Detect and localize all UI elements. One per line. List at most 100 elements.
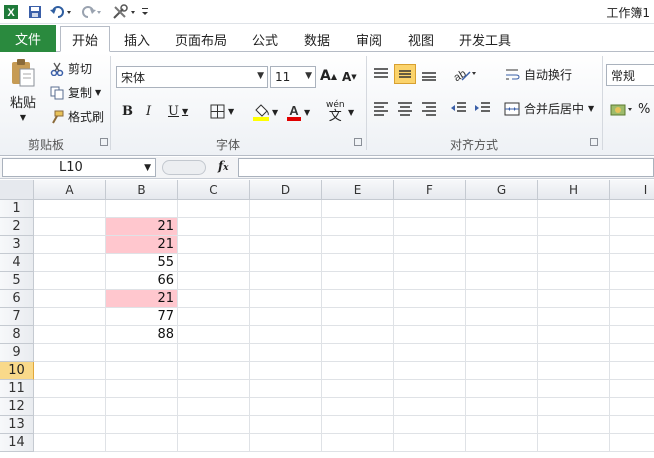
cell-c4[interactable] [178, 254, 250, 272]
cell-d1[interactable] [250, 200, 322, 218]
cell-b2[interactable]: 21 [106, 218, 178, 236]
paste-button[interactable]: 粘贴 ▼ [6, 58, 40, 122]
cell-b6[interactable]: 21 [106, 290, 178, 308]
grow-font-icon[interactable]: A ▲ [320, 68, 337, 84]
copy-button[interactable]: 复制 ▼ [50, 84, 101, 101]
cell-g5[interactable] [466, 272, 538, 290]
cell-h6[interactable] [538, 290, 610, 308]
cell-e8[interactable] [322, 326, 394, 344]
cell-e9[interactable] [322, 344, 394, 362]
decrease-indent-icon[interactable] [450, 100, 468, 116]
undo-icon[interactable] [48, 3, 74, 21]
tab-formulas[interactable]: 公式 [244, 26, 286, 52]
tab-page-layout[interactable]: 页面布局 [170, 26, 232, 52]
column-header-c[interactable]: C [178, 180, 250, 200]
cell-e5[interactable] [322, 272, 394, 290]
cell-a8[interactable] [34, 326, 106, 344]
align-bottom-icon[interactable] [420, 66, 438, 82]
cell-f5[interactable] [394, 272, 466, 290]
cell-g10[interactable] [466, 362, 538, 380]
cell-g6[interactable] [466, 290, 538, 308]
row-header-6[interactable]: 6 [0, 290, 34, 308]
cell-i6[interactable] [610, 290, 654, 308]
font-launcher-icon[interactable] [354, 138, 362, 146]
cell-i9[interactable] [610, 344, 654, 362]
cell-i11[interactable] [610, 380, 654, 398]
align-right-icon[interactable] [420, 100, 438, 116]
tab-developer[interactable]: 开发工具 [454, 26, 516, 52]
cell-b14[interactable] [106, 434, 178, 452]
cell-b8[interactable]: 88 [106, 326, 178, 344]
align-top-icon[interactable] [372, 66, 390, 82]
cell-a5[interactable] [34, 272, 106, 290]
formula-bar-splitter[interactable] [162, 160, 206, 175]
cell-g8[interactable] [466, 326, 538, 344]
cell-a12[interactable] [34, 398, 106, 416]
cell-c1[interactable] [178, 200, 250, 218]
cell-g14[interactable] [466, 434, 538, 452]
cell-f4[interactable] [394, 254, 466, 272]
cell-g7[interactable] [466, 308, 538, 326]
align-middle-icon[interactable] [394, 64, 416, 84]
cell-e14[interactable] [322, 434, 394, 452]
cell-h1[interactable] [538, 200, 610, 218]
phonetic-guide-button[interactable]: wén 文 [326, 100, 345, 123]
cell-g3[interactable] [466, 236, 538, 254]
cell-e1[interactable] [322, 200, 394, 218]
column-header-f[interactable]: F [394, 180, 466, 200]
cell-f10[interactable] [394, 362, 466, 380]
row-header-14[interactable]: 14 [0, 434, 34, 452]
currency-format-icon[interactable] [610, 102, 636, 118]
cell-h10[interactable] [538, 362, 610, 380]
cell-f1[interactable] [394, 200, 466, 218]
clipboard-launcher-icon[interactable] [100, 138, 108, 146]
borders-button[interactable]: ▼ [210, 104, 234, 119]
cell-e4[interactable] [322, 254, 394, 272]
cell-f3[interactable] [394, 236, 466, 254]
save-icon[interactable] [26, 3, 44, 21]
cell-c8[interactable] [178, 326, 250, 344]
cell-b4[interactable]: 55 [106, 254, 178, 272]
cell-g1[interactable] [466, 200, 538, 218]
font-name-select[interactable]: 宋体 ▼ [116, 66, 268, 88]
cell-d14[interactable] [250, 434, 322, 452]
cell-f12[interactable] [394, 398, 466, 416]
column-header-b[interactable]: B [106, 180, 178, 200]
cell-i3[interactable] [610, 236, 654, 254]
cell-h9[interactable] [538, 344, 610, 362]
column-header-i[interactable]: I [610, 180, 654, 200]
tools-icon[interactable] [110, 3, 138, 21]
cell-d5[interactable] [250, 272, 322, 290]
cell-i7[interactable] [610, 308, 654, 326]
cell-d12[interactable] [250, 398, 322, 416]
cell-a7[interactable] [34, 308, 106, 326]
cell-h7[interactable] [538, 308, 610, 326]
cell-e12[interactable] [322, 398, 394, 416]
increase-indent-icon[interactable] [474, 100, 492, 116]
cell-i14[interactable] [610, 434, 654, 452]
cell-d7[interactable] [250, 308, 322, 326]
name-box[interactable]: L10 ▼ [2, 158, 156, 177]
cell-a4[interactable] [34, 254, 106, 272]
cell-e13[interactable] [322, 416, 394, 434]
cell-b1[interactable] [106, 200, 178, 218]
bold-button[interactable]: B [122, 104, 133, 119]
cell-i2[interactable] [610, 218, 654, 236]
cell-b9[interactable] [106, 344, 178, 362]
cell-b11[interactable] [106, 380, 178, 398]
cell-e7[interactable] [322, 308, 394, 326]
cell-a13[interactable] [34, 416, 106, 434]
cell-i1[interactable] [610, 200, 654, 218]
cell-d8[interactable] [250, 326, 322, 344]
cell-e10[interactable] [322, 362, 394, 380]
cell-i10[interactable] [610, 362, 654, 380]
row-header-7[interactable]: 7 [0, 308, 34, 326]
row-header-5[interactable]: 5 [0, 272, 34, 290]
cell-c11[interactable] [178, 380, 250, 398]
cell-d9[interactable] [250, 344, 322, 362]
percent-format-icon[interactable]: % [638, 102, 650, 117]
cell-i8[interactable] [610, 326, 654, 344]
tab-review[interactable]: 审阅 [348, 26, 390, 52]
cell-c3[interactable] [178, 236, 250, 254]
cell-a11[interactable] [34, 380, 106, 398]
